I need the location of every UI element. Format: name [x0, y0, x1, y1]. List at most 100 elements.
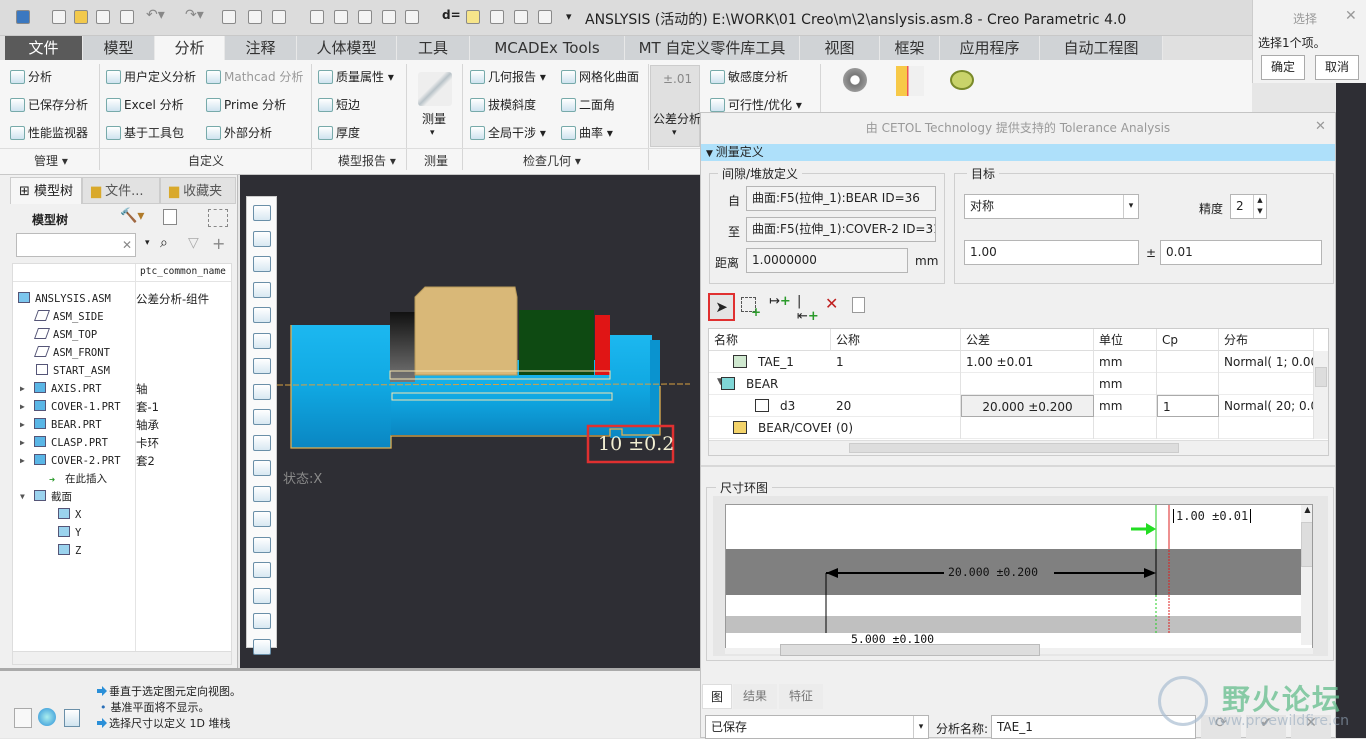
- tab-diagram[interactable]: 图: [702, 684, 732, 709]
- save-copy-icon[interactable]: [120, 10, 134, 24]
- table-cell[interactable]: [1157, 351, 1219, 373]
- view-manager-icon[interactable]: [253, 358, 271, 374]
- close-icon[interactable]: ✕: [1345, 8, 1357, 24]
- refit-icon[interactable]: [253, 205, 271, 221]
- filter-icon[interactable]: ▽: [188, 235, 199, 251]
- tool-icon[interactable]: [514, 10, 528, 24]
- tree-item[interactable]: ASM_TOP: [14, 326, 232, 344]
- preview-icon[interactable]: [852, 297, 865, 313]
- expand-right-icon[interactable]: ▶: [20, 434, 25, 452]
- measure-button[interactable]: 测量: [422, 110, 446, 127]
- plane-display-icon[interactable]: [253, 587, 271, 604]
- tab-model-tree[interactable]: ⊞ 模型树: [10, 177, 82, 204]
- scrollbar-thumb[interactable]: [849, 443, 1179, 453]
- tree-horizontal-scrollbar[interactable]: [13, 651, 231, 664]
- expand-right-icon[interactable]: ▶: [20, 380, 25, 398]
- expand-right-icon[interactable]: ▶: [20, 452, 25, 470]
- browser-icon[interactable]: [38, 708, 56, 726]
- annotation-display-icon[interactable]: [253, 434, 271, 451]
- tab-favorites[interactable]: ▆ 收藏夹: [160, 177, 236, 204]
- tree-item[interactable]: ASM_SIDE: [14, 308, 232, 326]
- relations-icon[interactable]: d=: [442, 8, 461, 22]
- expand-right-icon[interactable]: ▶: [20, 416, 25, 434]
- tree-item[interactable]: Y: [14, 524, 232, 542]
- windows-icon[interactable]: [248, 10, 262, 24]
- ribbon-item[interactable]: 已保存分析: [10, 96, 88, 113]
- find-icon[interactable]: ⌕: [160, 235, 168, 251]
- tab-7[interactable]: MT 自定义零件库工具: [625, 36, 800, 60]
- to-field[interactable]: 曲面:F5(拉伸_1):COVER-2 ID=31: [746, 217, 936, 242]
- table-row[interactable]: BEAR/COVEF (0): [709, 417, 1314, 439]
- datum-display-icon[interactable]: [253, 383, 271, 400]
- ribbon-item[interactable]: 外部分析: [206, 124, 272, 141]
- tree-item[interactable]: Z: [14, 542, 232, 560]
- tolerance-field[interactable]: 0.01: [1160, 240, 1322, 265]
- section-icon[interactable]: [253, 460, 271, 476]
- ribbon-item[interactable]: 短边: [318, 96, 360, 113]
- tab-results[interactable]: 结果: [733, 684, 777, 709]
- undo-icon[interactable]: ↶▾: [146, 7, 165, 23]
- tree-item[interactable]: ▶ AXIS.PRT 轴: [14, 380, 232, 398]
- perspective-icon[interactable]: [253, 511, 271, 527]
- ribbon-item[interactable]: 可行性/优化 ▾: [710, 96, 802, 113]
- zoom-out-icon[interactable]: [253, 256, 271, 272]
- add-stack-icon[interactable]: |⇤+: [797, 294, 819, 324]
- ribbon-item[interactable]: 性能监视器: [10, 124, 88, 141]
- new-icon[interactable]: [52, 10, 66, 24]
- assembly-model[interactable]: [240, 175, 700, 668]
- tab-2[interactable]: 分析: [155, 36, 225, 60]
- erase-icon[interactable]: [310, 10, 324, 24]
- close-window-icon[interactable]: [272, 10, 286, 24]
- tab-4[interactable]: 人体模型: [297, 36, 397, 60]
- loop-diagram-canvas[interactable]: 1.00 ±0.01 20.000 ±0.200 5.000 ±0.100 ▲: [725, 504, 1313, 649]
- tolerance-analysis-button[interactable]: ±.01 公差分析 ▾: [650, 65, 701, 147]
- horizontal-scrollbar[interactable]: [709, 440, 1328, 455]
- ribbon-item[interactable]: 全局干涉 ▾: [470, 124, 546, 141]
- delete-icon[interactable]: ✕: [825, 294, 845, 314]
- table-cell[interactable]: [961, 417, 1094, 439]
- ribbon-item[interactable]: Excel 分析: [106, 96, 184, 113]
- add-dimension-icon[interactable]: ↦+: [769, 294, 791, 314]
- redo-icon[interactable]: ↷▾: [185, 7, 204, 23]
- regenerate-icon[interactable]: [222, 10, 236, 24]
- repaint-icon[interactable]: [253, 281, 271, 298]
- table-cell[interactable]: [961, 373, 1094, 395]
- tab-11[interactable]: 自动工程图: [1040, 36, 1163, 60]
- tab-8[interactable]: 视图: [800, 36, 880, 60]
- vertical-scrollbar[interactable]: ▲: [1301, 505, 1312, 645]
- dim1-label[interactable]: 20.000 ±0.200: [948, 565, 1038, 579]
- tree-item[interactable]: ▶ CLASP.PRT 卡环: [14, 434, 232, 452]
- tab-features[interactable]: 特征: [779, 684, 823, 709]
- tool-icon[interactable]: [334, 10, 348, 24]
- tab-9[interactable]: 框架: [880, 36, 940, 60]
- tool-icon[interactable]: [382, 10, 396, 24]
- tree-item[interactable]: X: [14, 506, 232, 524]
- scrollbar-thumb[interactable]: [780, 644, 1040, 656]
- show-menu-icon[interactable]: [163, 209, 177, 225]
- tolerance-icon[interactable]: [538, 10, 552, 24]
- tree-item[interactable]: ▶ COVER-2.PRT 套2: [14, 452, 232, 470]
- expand-down-icon[interactable]: ▼: [20, 488, 25, 506]
- appearance-icon[interactable]: [253, 536, 271, 553]
- tree-item[interactable]: ▼ 截面: [14, 488, 232, 506]
- ribbon-item[interactable]: 质量属性 ▾: [318, 68, 394, 85]
- tree-toggle-icon[interactable]: [14, 708, 32, 728]
- tree-item[interactable]: ▶ COVER-1.PRT 套-1: [14, 398, 232, 416]
- tab-1[interactable]: 模型: [83, 36, 155, 60]
- tab-0[interactable]: 文件: [5, 36, 83, 60]
- tool-icon[interactable]: [358, 10, 372, 24]
- precision-stepper[interactable]: 2 ▲ ▼: [1230, 194, 1267, 219]
- search-dropdown[interactable]: ▾: [145, 238, 150, 248]
- table-row[interactable]: ▼BEARmm: [709, 373, 1314, 395]
- spin-arrows-icon[interactable]: ▲ ▼: [1253, 195, 1266, 218]
- column-settings-icon[interactable]: [208, 209, 228, 227]
- measure-icon[interactable]: [418, 72, 452, 106]
- table-cell[interactable]: 1.00 ±0.01: [961, 351, 1094, 373]
- fullscreen-icon[interactable]: [64, 709, 80, 727]
- ribbon-group-label[interactable]: 检查几何 ▾: [523, 152, 581, 169]
- distance-field[interactable]: 1.0000000: [746, 248, 908, 273]
- close-icon[interactable]: ✕: [1315, 119, 1326, 134]
- settings-tools-icon[interactable]: 🔨▾: [120, 208, 144, 224]
- splitter[interactable]: [701, 465, 1335, 467]
- tree-item[interactable]: ANSLYSIS.ASM 公差分析-组件: [14, 290, 232, 308]
